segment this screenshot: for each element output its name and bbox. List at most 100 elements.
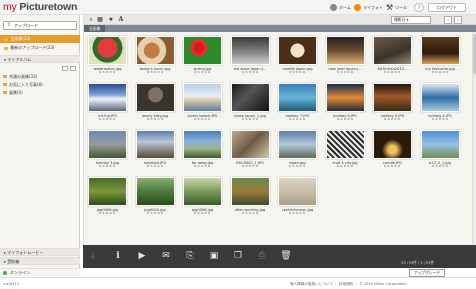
photo-thumbnail[interactable]: new year japan.J... — [325, 36, 365, 74]
add-album-icon[interactable] — [62, 66, 68, 71]
photo-thumbnail[interactable]: jpg0005.jpg — [135, 177, 175, 215]
sidebar-item-recent-uploads[interactable]: 最新のアップロード(33) — [0, 44, 80, 52]
photo-thumbnail[interactable]: lovely kitty.jpg — [135, 83, 175, 121]
upgrade-button[interactable]: アップグレード — [409, 269, 445, 277]
photo-image[interactable] — [183, 130, 222, 159]
photo-thumbnail[interactable]: jpg0006.jpg — [88, 177, 127, 215]
rating-stars[interactable] — [289, 118, 306, 120]
album-item-common[interactable]: 共通の画像(33) — [3, 73, 79, 80]
sort-select[interactable]: 撮影日 ▾ — [391, 16, 431, 24]
rating-stars[interactable] — [99, 165, 116, 167]
download-icon[interactable]: ⤓ — [86, 250, 100, 262]
tab-all-photos[interactable]: 全画像 — [84, 25, 106, 32]
rating-stars[interactable] — [431, 71, 449, 73]
photo-thumbnail[interactable]: holiday 4.JPG — [420, 83, 460, 121]
my-album-header[interactable]: ▾ マイアルバム — [0, 55, 80, 63]
rating-stars[interactable] — [146, 118, 164, 120]
photo-image[interactable] — [373, 130, 412, 159]
rating-stars[interactable] — [146, 165, 164, 167]
photo-image[interactable] — [135, 36, 175, 65]
rating-stars[interactable] — [384, 165, 401, 167]
rating-stars[interactable] — [241, 118, 259, 120]
photo-thumbnail[interactable]: DSC0002_1.JPG — [230, 130, 270, 168]
photo-image[interactable] — [230, 177, 270, 206]
rating-stars[interactable] — [241, 165, 259, 167]
prev-page-button[interactable]: ‹ — [444, 16, 452, 24]
slideshow-icon[interactable]: ▶ — [135, 250, 149, 262]
photo-thumbnail[interactable]: watermelon.jpg — [88, 36, 127, 74]
photo-thumbnail[interactable]: after working.jpg — [230, 177, 270, 215]
next-page-button[interactable]: › — [454, 16, 462, 24]
photo-image[interactable] — [230, 36, 270, 65]
rating-stars[interactable] — [99, 118, 116, 120]
photo-thumbnail[interactable]: Mt.Kiritan2010... — [373, 36, 412, 74]
photo-thumbnail[interactable]: holiday4.JPG — [135, 130, 175, 168]
photo-thumbnail[interactable]: holiday 5.JPG — [373, 83, 412, 121]
photo-image[interactable] — [420, 83, 460, 112]
photo-thumbnail[interactable]: holiday 3.jpg — [88, 130, 127, 168]
photo-image[interactable] — [88, 177, 127, 206]
rating-stars[interactable] — [431, 118, 449, 120]
photo-image[interactable] — [183, 83, 222, 112]
rating-stars[interactable] — [194, 71, 211, 73]
rating-stars[interactable] — [336, 118, 354, 120]
photo-image[interactable] — [230, 130, 270, 159]
photo-thumbnail[interactable]: jpg0006.jpg — [183, 177, 222, 215]
rating-stars[interactable] — [336, 71, 354, 73]
photo-image[interactable] — [420, 130, 460, 159]
my-photo-nav[interactable]: マイフォト — [354, 3, 383, 12]
rating-stars[interactable] — [384, 118, 401, 120]
grid-scrollbar[interactable] — [472, 32, 476, 260]
rating-stars[interactable] — [289, 212, 306, 214]
album-item-favorites[interactable]: お気に入り写真(8) — [3, 81, 79, 88]
photo-thumbnail[interactable]: lovely beach.JPG — [183, 83, 222, 121]
photo-image[interactable] — [183, 177, 222, 206]
photo-thumbnail[interactable]: spring.jpg — [183, 36, 222, 74]
sidebar-item-all-photos[interactable]: 全画像(33) — [0, 35, 80, 43]
photo-thumbnail[interactable]: dawn.jpg — [278, 130, 317, 168]
help-button[interactable]: ? — [414, 3, 424, 12]
rating-stars[interactable] — [194, 118, 211, 120]
photo-thumbnail[interactable]: b12_3_1.jpg — [420, 130, 460, 168]
rating-stars[interactable] — [289, 71, 306, 73]
rating-stars[interactable] — [99, 212, 116, 214]
photo-image[interactable] — [278, 130, 317, 159]
print-icon[interactable]: ⎙ — [255, 250, 269, 262]
delete-icon[interactable]: 🗑 — [279, 250, 293, 262]
rating-stars[interactable] — [146, 212, 164, 214]
email-icon[interactable]: ✉ — [159, 250, 173, 262]
photo-image[interactable] — [278, 83, 317, 112]
photo-image[interactable] — [88, 130, 127, 159]
photo-thumbnail[interactable]: kyoto japan_1.jpg — [230, 83, 270, 121]
photo-image[interactable] — [88, 36, 127, 65]
rating-stars[interactable] — [289, 165, 306, 167]
photo-image[interactable] — [325, 130, 365, 159]
album-settings-icon[interactable] — [70, 66, 76, 71]
photo-image[interactable] — [373, 83, 412, 112]
my-movie-header[interactable]: ▸ マイフォトムービー — [0, 248, 80, 256]
star-filter-icon[interactable]: ★ — [107, 16, 115, 24]
rating-stars[interactable] — [194, 165, 211, 167]
edit-icon[interactable]: ▣ — [207, 250, 221, 262]
rating-stars[interactable] — [241, 71, 259, 73]
app-logo[interactable]: my Picturetown — [3, 1, 77, 13]
photo-thumbnail[interactable]: old store Japan.J... — [230, 36, 270, 74]
photo-image[interactable] — [230, 83, 270, 112]
album-item-landscape[interactable]: 風景(0) — [3, 89, 79, 96]
photo-image[interactable] — [278, 177, 317, 206]
rating-stars[interactable] — [336, 165, 354, 167]
rating-stars[interactable] — [99, 71, 116, 73]
photo-thumbnail[interactable]: holiday 7.JPG — [278, 83, 317, 121]
photo-thumbnail[interactable]: mt.fuji.JPG — [88, 83, 127, 121]
rating-stars[interactable] — [146, 71, 164, 73]
photo-thumbnail[interactable]: today's lunch.jpg — [135, 36, 175, 74]
logout-button[interactable]: ログアウト — [428, 3, 466, 12]
text-view-icon[interactable]: A — [117, 16, 125, 24]
tools-nav[interactable]: ⚒ ツール — [386, 3, 407, 12]
photo-image[interactable] — [88, 83, 127, 112]
photo-thumbnail[interactable]: centrichemon.jpg — [278, 177, 317, 215]
photo-image[interactable] — [135, 83, 175, 112]
home-nav[interactable]: ホーム — [330, 3, 351, 12]
search-icon[interactable]: ⌕ — [87, 16, 95, 24]
photo-image[interactable] — [325, 36, 365, 65]
